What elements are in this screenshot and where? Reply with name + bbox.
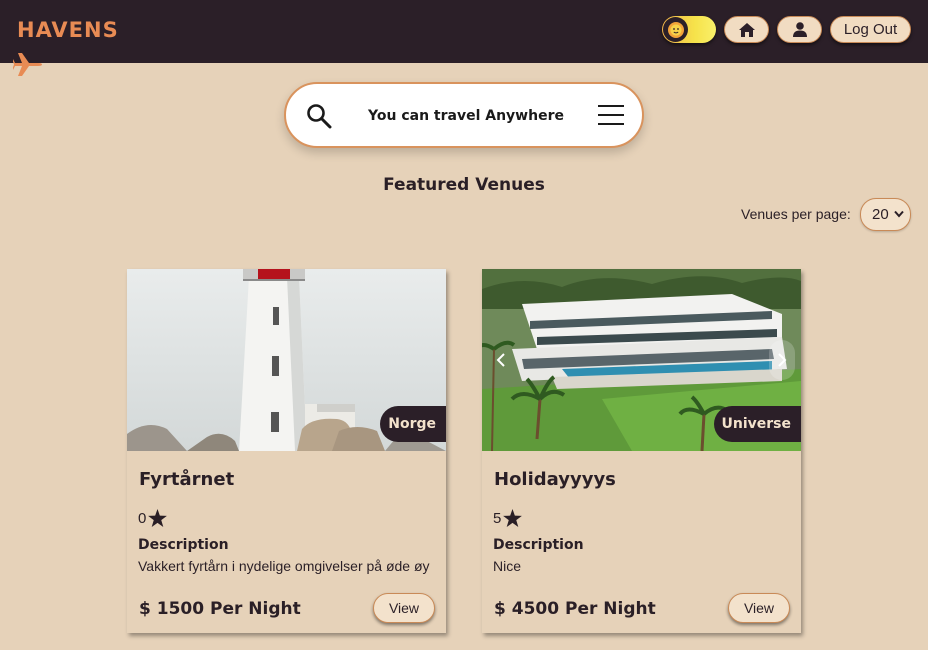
logo[interactable]: HAVENS bbox=[17, 18, 119, 42]
description-label: Description bbox=[493, 537, 584, 553]
search-icon[interactable] bbox=[306, 103, 332, 129]
top-header: HAVENS Log Out bbox=[0, 0, 928, 63]
description-label: Description bbox=[138, 537, 229, 553]
venues-per-page-label: Venues per page: bbox=[741, 206, 851, 222]
venue-description: Vakkert fyrtårn i nydelige omgivelser på… bbox=[138, 558, 430, 574]
sun-icon bbox=[663, 17, 688, 42]
user-icon bbox=[792, 22, 807, 37]
rating-value: 0 bbox=[138, 509, 147, 527]
home-icon bbox=[738, 22, 755, 37]
venue-price: $ 1500 Per Night bbox=[139, 599, 301, 619]
logout-button[interactable]: Log Out bbox=[830, 16, 911, 43]
venue-rating: 0 bbox=[138, 509, 168, 527]
view-button[interactable]: View bbox=[373, 593, 435, 623]
venue-card: Norge Fyrtårnet 0 Description Vakkert fy… bbox=[127, 269, 446, 633]
hamburger-menu-icon[interactable] bbox=[598, 105, 624, 125]
venues-per-page-value: 20 bbox=[872, 206, 889, 223]
chevron-down-icon bbox=[894, 210, 904, 218]
view-button[interactable]: View bbox=[728, 593, 790, 623]
star-icon bbox=[503, 509, 523, 527]
venue-title: Fyrtårnet bbox=[139, 469, 235, 490]
venue-description: Nice bbox=[493, 558, 522, 574]
search-bar[interactable]: You can travel Anywhere bbox=[284, 82, 644, 148]
venue-image[interactable]: Norge bbox=[127, 269, 446, 451]
rating-value: 5 bbox=[493, 509, 502, 527]
venue-price: $ 4500 Per Night bbox=[494, 599, 656, 619]
chevron-left-icon bbox=[496, 353, 505, 367]
home-button[interactable] bbox=[724, 16, 769, 43]
location-badge: Universe bbox=[713, 406, 801, 442]
venue-rating: 5 bbox=[493, 509, 523, 527]
venue-title: Holidayyyys bbox=[494, 469, 616, 490]
carousel-next-button[interactable] bbox=[769, 340, 795, 380]
search-text[interactable]: You can travel Anywhere bbox=[366, 108, 566, 124]
chevron-right-icon bbox=[778, 353, 787, 367]
profile-button[interactable] bbox=[777, 16, 822, 43]
airplane-icon bbox=[13, 53, 42, 76]
venues-per-page-select[interactable]: 20 bbox=[860, 198, 911, 231]
section-title: Featured Venues bbox=[383, 175, 545, 195]
venue-image[interactable]: Universe bbox=[482, 269, 801, 451]
star-icon bbox=[148, 509, 168, 527]
location-badge: Norge bbox=[380, 406, 446, 442]
carousel-prev-button[interactable] bbox=[488, 340, 514, 380]
venue-card: Universe Holidayyyys 5 Description Nice … bbox=[482, 269, 801, 633]
theme-toggle[interactable] bbox=[662, 16, 716, 43]
